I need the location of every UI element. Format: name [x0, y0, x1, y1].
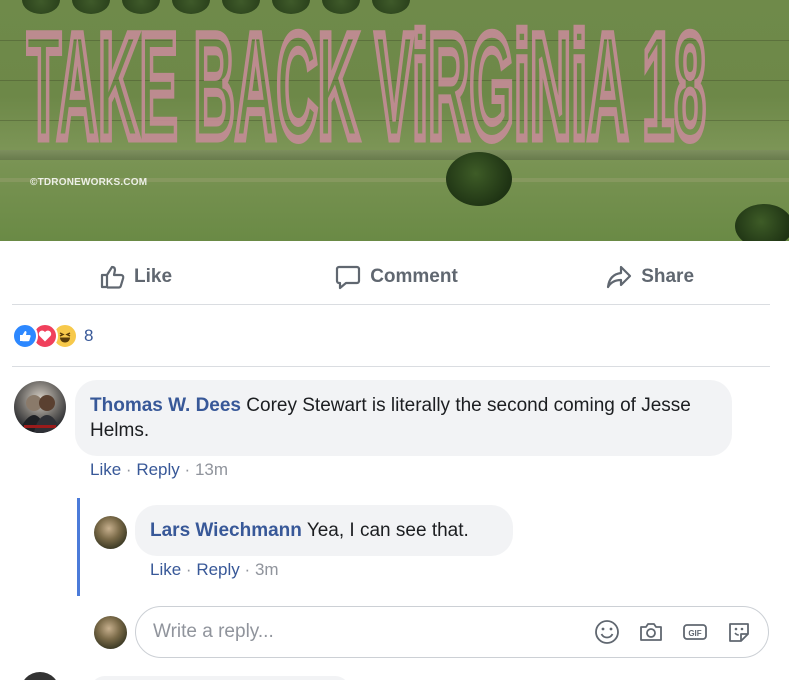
reply-timestamp[interactable]: 3m [255, 560, 279, 579]
like-button[interactable]: Like [12, 249, 297, 304]
post-action-bar: Like Comment Share [12, 249, 770, 305]
gif-button[interactable]: GIF [680, 617, 710, 647]
meta-separator: · [244, 560, 251, 579]
tree-icon [122, 0, 160, 14]
current-user-avatar [94, 616, 127, 649]
meta-separator: · [185, 560, 192, 579]
photo-button[interactable] [636, 617, 666, 647]
comment-icon [336, 265, 361, 289]
sticker-icon [729, 623, 749, 642]
emoji-button[interactable] [592, 617, 622, 647]
reply-like-link[interactable]: Like [150, 560, 181, 579]
comment-meta: Like · Reply · 13m [90, 460, 228, 480]
tree-icon [322, 0, 360, 14]
reaction-icons[interactable] [12, 322, 78, 349]
field-road [0, 150, 789, 160]
share-button[interactable]: Share [495, 249, 770, 304]
reply-composer: GIF [135, 606, 769, 658]
meta-separator: · [125, 460, 132, 479]
comment-label: Comment [370, 265, 458, 287]
crop-field-text: TAKE BACK ViRGiNiA 18 [26, 22, 706, 150]
meta-separator: · [184, 460, 191, 479]
comment-button[interactable]: Comment [297, 249, 496, 304]
reply-input[interactable] [153, 621, 592, 643]
gif-icon: GIF [683, 624, 707, 640]
like-reaction-icon [12, 322, 38, 349]
reply-bubble: Lars Wiechmann Yea, I can see that. [135, 505, 513, 556]
comment-bubble: Thomas W. Dees Corey Stewart is literall… [75, 380, 732, 456]
comment-like-link[interactable]: Like [90, 460, 121, 479]
avatar[interactable] [94, 516, 127, 549]
comment-timestamp[interactable]: 13m [195, 460, 228, 479]
tree-icon [372, 0, 410, 14]
sticker-button[interactable] [724, 617, 754, 647]
avatar[interactable] [14, 381, 66, 433]
post-photo[interactable]: TAKE BACK ViRGiNiA 18 ©TDRONEWORKS.COM [0, 0, 789, 241]
avatar[interactable] [20, 672, 60, 680]
comment-author[interactable]: Thomas W. Dees [90, 395, 241, 416]
tree-icon [172, 0, 210, 14]
reaction-count[interactable]: 8 [84, 326, 93, 346]
like-label: Like [134, 265, 173, 287]
reply-text: Yea, I can see that. [306, 520, 469, 541]
bush-icon [735, 204, 789, 241]
svg-text:GIF: GIF [688, 629, 701, 638]
reply-meta: Like · Reply · 3m [150, 560, 279, 580]
emoji-icon [595, 620, 619, 644]
share-arrow-icon [607, 265, 632, 288]
reply-tools: GIF [592, 617, 768, 647]
comment-reply-link[interactable]: Reply [136, 460, 179, 479]
photo-watermark: ©TDRONEWORKS.COM [30, 177, 148, 188]
tree-icon [222, 0, 260, 14]
tree-icon [22, 0, 60, 14]
tree-icon [272, 0, 310, 14]
comment-bubble [90, 676, 350, 680]
tree-icon [72, 0, 110, 14]
reply-thread-line [77, 498, 80, 596]
share-label: Share [641, 265, 695, 287]
camera-icon [640, 623, 662, 641]
thumbs-up-icon [100, 265, 125, 289]
reply-author[interactable]: Lars Wiechmann [150, 520, 302, 541]
crop-field-lettering: TAKE BACK ViRGiNiA 18 [26, 22, 711, 150]
reactions-row: 8 [12, 305, 770, 367]
reply-reply-link[interactable]: Reply [196, 560, 239, 579]
bush-icon [446, 152, 512, 206]
avatar-photo-icon [20, 395, 60, 433]
